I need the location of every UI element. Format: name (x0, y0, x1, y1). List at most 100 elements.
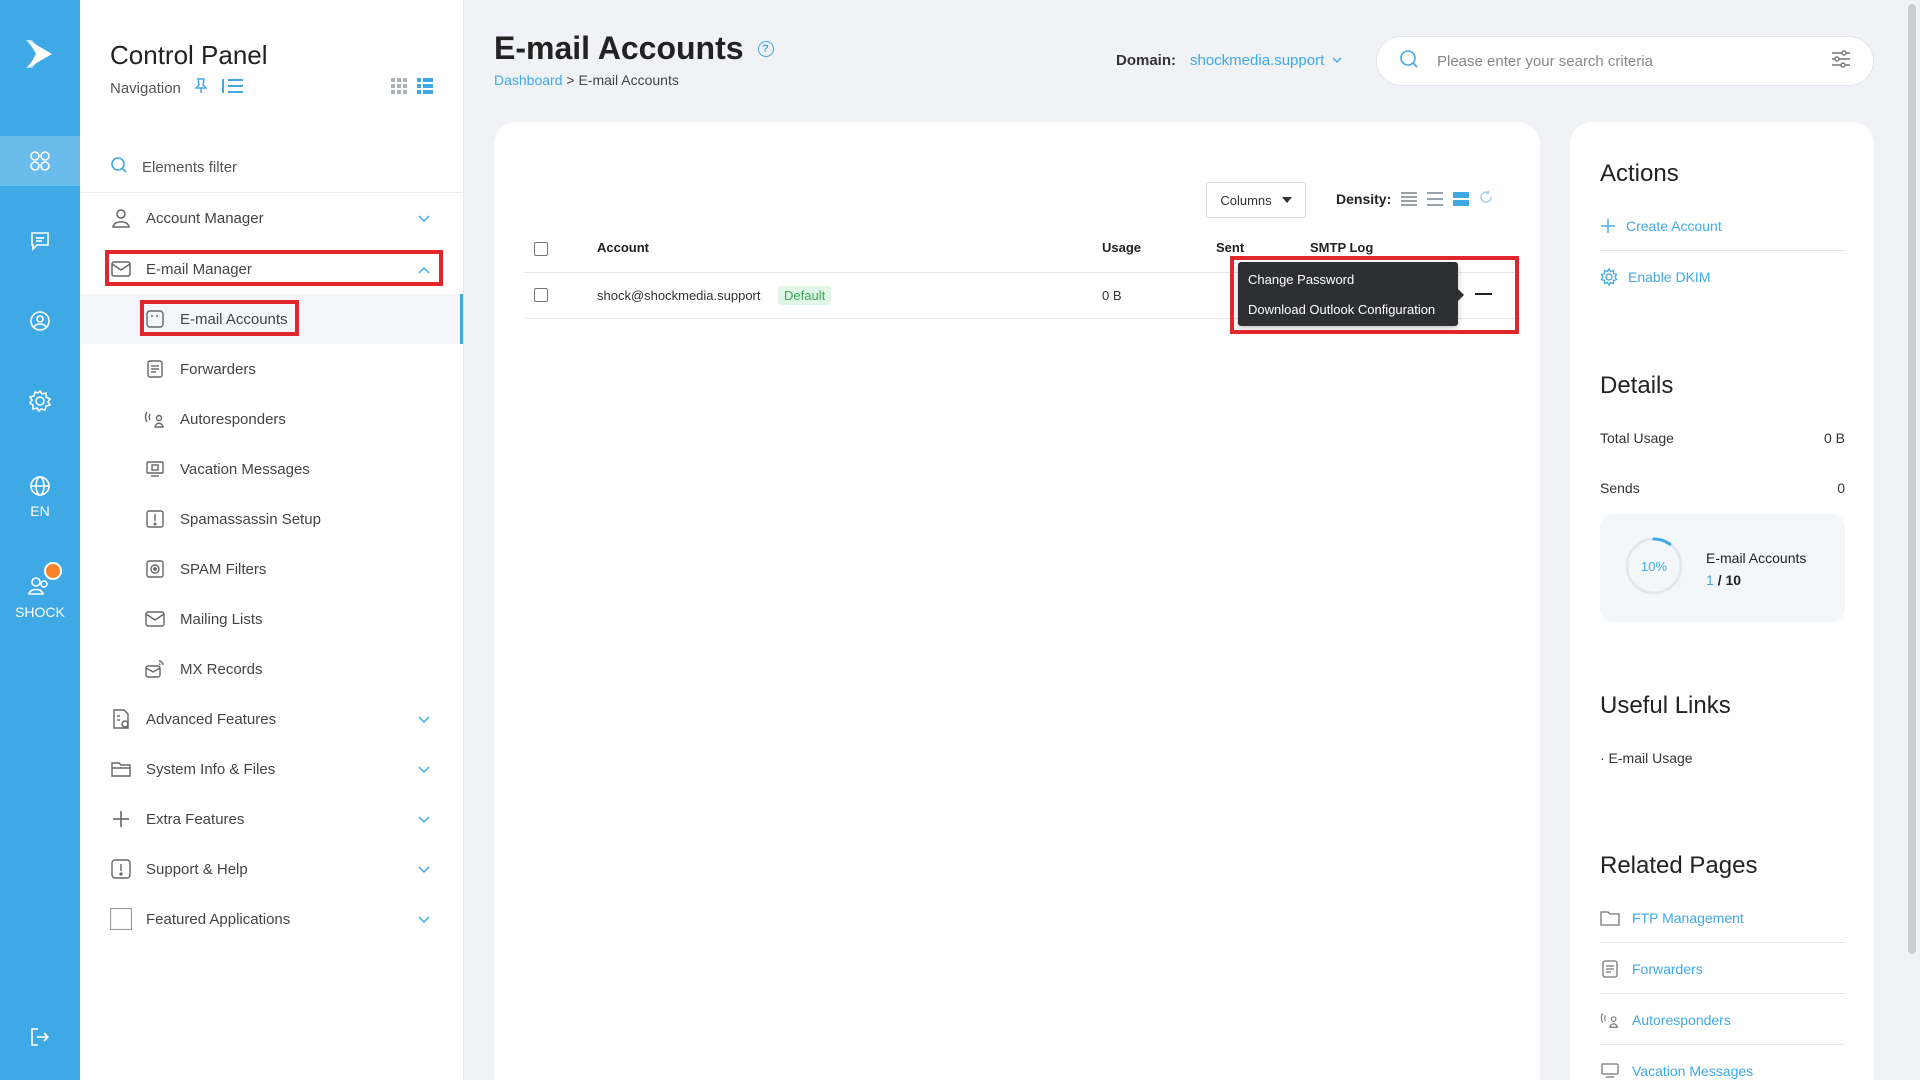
columns-button[interactable]: Columns (1206, 182, 1306, 218)
related-label: FTP Management (1632, 910, 1744, 926)
user-label: SHOCK (15, 604, 65, 620)
density-comfortable-icon[interactable] (1453, 191, 1470, 206)
sidebar-item-email-manager[interactable]: E-mail Manager (110, 251, 440, 287)
sidebar-item-support-help[interactable]: Support & Help (110, 851, 440, 887)
sidebar-view-toggle (391, 78, 433, 99)
related-label: Autoresponders (1632, 1012, 1731, 1028)
help-icon[interactable]: ? (757, 40, 774, 57)
sends-row: Sends 0 (1600, 480, 1845, 496)
list-view-icon[interactable] (417, 78, 433, 99)
domain-value: shockmedia.support (1190, 52, 1325, 69)
row-actions-toggle[interactable] (1475, 293, 1492, 295)
create-account-link[interactable]: Create Account (1600, 218, 1722, 234)
sidebar-item-email-accounts[interactable]: E-mail Accounts (144, 301, 440, 337)
related-label: Vacation Messages (1632, 1063, 1754, 1079)
user-icon (110, 207, 132, 229)
sidebar-item-advanced-features[interactable]: Advanced Features (110, 701, 440, 737)
download-outlook-config-menu-item[interactable]: Download Outlook Configuration (1238, 294, 1458, 324)
logout-icon[interactable] (0, 1012, 80, 1062)
sidebar-divider (80, 192, 464, 193)
messages-icon[interactable] (0, 216, 80, 266)
related-divider (1600, 1044, 1845, 1045)
actions-title: Actions (1600, 160, 1679, 187)
column-header-sent[interactable]: Sent (1216, 240, 1244, 255)
app-logo[interactable] (20, 34, 60, 74)
support-icon[interactable] (0, 296, 80, 346)
sidebar-item-label: Featured Applications (146, 910, 291, 928)
user-menu[interactable]: SHOCK (0, 562, 80, 632)
sidebar-item-mx-records[interactable]: MX Records (144, 651, 440, 687)
globe-icon (30, 476, 50, 496)
enable-dkim-link[interactable]: Enable DKIM (1600, 268, 1710, 286)
column-header-smtp-log[interactable]: SMTP Log (1310, 240, 1373, 255)
details-title: Details (1600, 372, 1674, 399)
list-toggle-icon[interactable] (221, 77, 245, 99)
columns-label: Columns (1220, 192, 1272, 208)
sidebar-item-extra-features[interactable]: Extra Features (110, 801, 440, 837)
forwarders-icon (1600, 959, 1620, 979)
app-icon (110, 908, 132, 930)
quota-used: 1 (1706, 572, 1714, 588)
vacation-icon (144, 458, 166, 480)
sidebar-item-vacation-messages[interactable]: Vacation Messages (144, 451, 440, 487)
default-badge: Default (778, 286, 832, 305)
sidebar-item-forwarders[interactable]: Forwarders (144, 351, 440, 387)
row-checkbox[interactable] (534, 288, 548, 302)
pin-icon[interactable] (194, 78, 208, 98)
quota-label: E-mail Accounts (1706, 550, 1807, 566)
plus-icon (1601, 219, 1615, 233)
related-forwarders[interactable]: Forwarders (1600, 959, 1703, 979)
chevron-down-icon (418, 911, 430, 928)
email-usage-link[interactable]: · E-mail Usage (1600, 750, 1693, 766)
spam-filter-icon (144, 558, 166, 580)
account-email[interactable]: shock@shockmedia.support (597, 288, 761, 303)
select-all-checkbox[interactable] (534, 242, 548, 256)
scrollbar-thumb[interactable] (1908, 4, 1916, 954)
column-header-usage[interactable]: Usage (1102, 240, 1141, 255)
plus-icon (110, 808, 132, 830)
sidebar-item-system-info-files[interactable]: System Info & Files (110, 751, 440, 787)
advanced-features-icon (110, 708, 132, 730)
density-compact-icon[interactable] (1401, 191, 1418, 206)
caret-down-icon (1281, 197, 1292, 203)
grid-view-icon[interactable] (391, 78, 407, 99)
sidebar-item-featured-applications[interactable]: Featured Applications (110, 901, 440, 937)
domain-dropdown[interactable]: shockmedia.support (1190, 52, 1342, 69)
chevron-down-icon (418, 861, 430, 878)
breadcrumb: Dashboard > E-mail Accounts (494, 72, 679, 88)
gear-icon (1600, 268, 1618, 286)
elements-filter[interactable]: Elements filter (110, 156, 237, 178)
related-pages-title: Related Pages (1600, 852, 1758, 879)
alert-icon (110, 858, 132, 880)
language-label: EN (30, 503, 50, 519)
mail-icon (110, 258, 132, 280)
sidebar-item-spam-filters[interactable]: SPAM Filters (144, 551, 440, 587)
sends-value: 0 (1837, 480, 1845, 496)
language-selector[interactable]: EN (0, 462, 80, 532)
related-vacation-messages[interactable]: Vacation Messages (1600, 1061, 1753, 1080)
column-header-account[interactable]: Account (597, 240, 649, 255)
sidebar-item-label: Vacation Messages (180, 460, 310, 478)
menu-arrow (1458, 289, 1464, 301)
density-normal-icon[interactable] (1427, 191, 1444, 206)
sidebar-item-spamassassin-setup[interactable]: Spamassassin Setup (144, 501, 440, 537)
sidebar-subtitle-row: Navigation (110, 77, 245, 99)
related-divider (1600, 993, 1845, 994)
breadcrumb-dashboard-link[interactable]: Dashboard (494, 72, 563, 88)
refresh-icon[interactable] (1479, 190, 1493, 207)
filter-settings-icon[interactable] (1831, 49, 1851, 73)
sidebar-item-account-manager[interactable]: Account Manager (110, 200, 440, 236)
sidebar-item-label: Mailing Lists (180, 610, 263, 628)
related-ftp-management[interactable]: FTP Management (1600, 908, 1744, 928)
related-divider (1600, 942, 1845, 943)
search-input[interactable] (1437, 52, 1813, 70)
change-password-menu-item[interactable]: Change Password (1238, 264, 1458, 294)
sidebar-item-autoresponders[interactable]: Autoresponders (144, 401, 440, 437)
sidebar-item-label: E-mail Accounts (180, 310, 288, 328)
breadcrumb-separator: > (566, 72, 575, 88)
dashboard-icon[interactable] (0, 136, 80, 186)
density-control: Density: (1336, 190, 1493, 207)
related-autoresponders[interactable]: Autoresponders (1600, 1010, 1731, 1030)
sidebar-item-mailing-lists[interactable]: Mailing Lists (144, 601, 440, 637)
settings-icon[interactable] (0, 376, 80, 426)
